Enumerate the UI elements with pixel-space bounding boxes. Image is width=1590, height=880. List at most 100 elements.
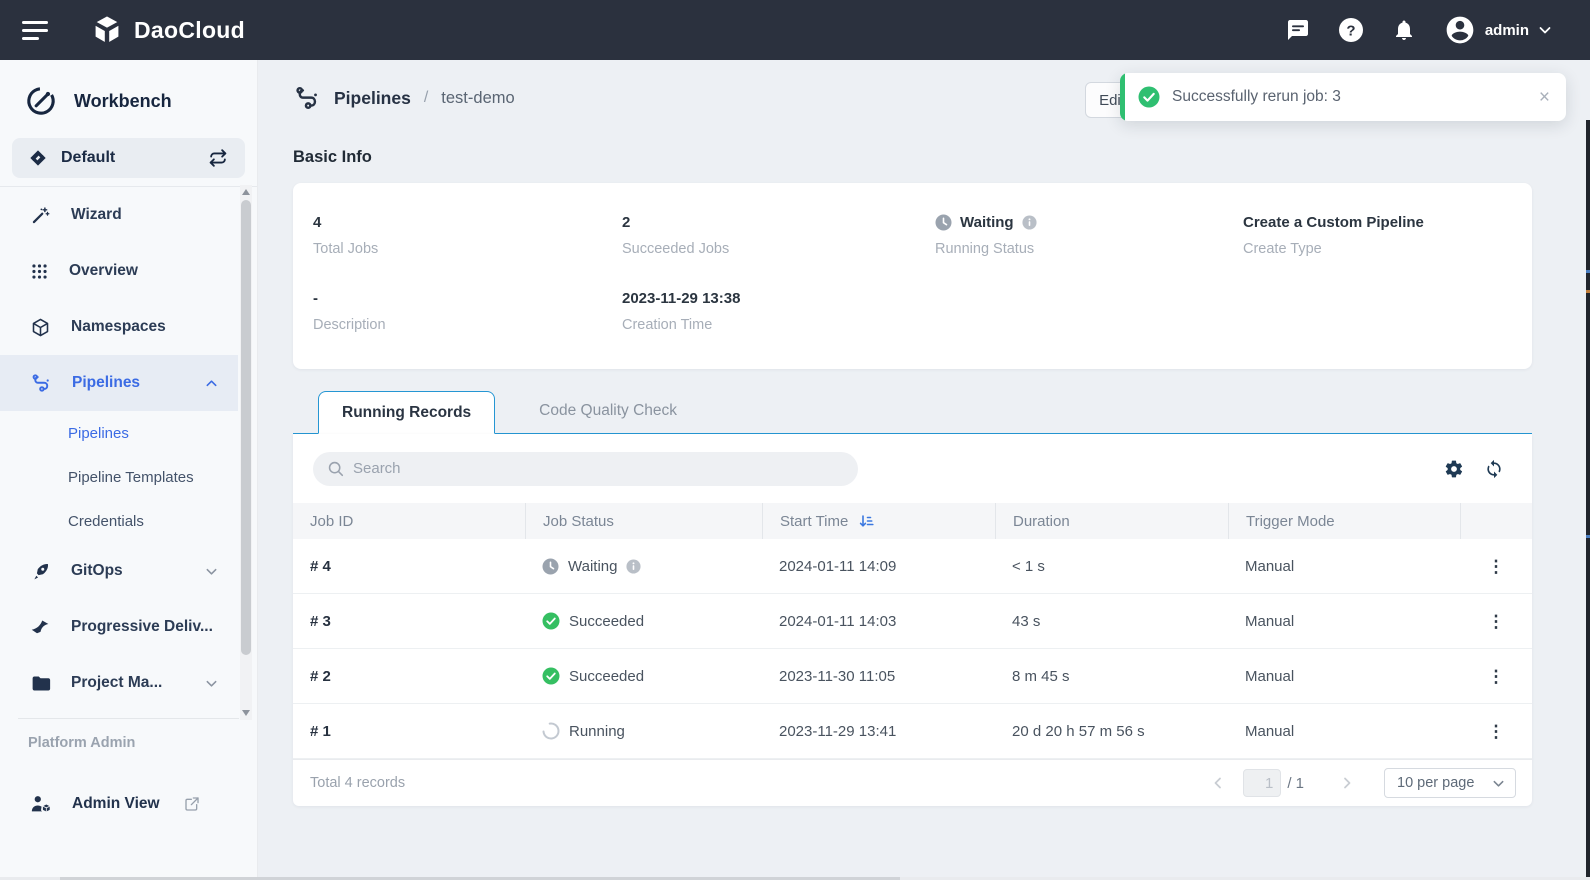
help-icon[interactable]: ? (1338, 17, 1364, 43)
username-label: admin (1485, 22, 1529, 39)
namespaces-cube-icon (30, 317, 51, 338)
row-actions-kebab-icon[interactable]: ⋮ (1488, 723, 1505, 740)
toast-success-check-icon (1138, 86, 1160, 108)
total-records-label: Total 4 records (310, 775, 405, 791)
field-total-jobs: 4 Total Jobs (313, 213, 622, 257)
row-actions-kebab-icon[interactable]: ⋮ (1488, 668, 1505, 685)
overview-grid-icon (30, 262, 49, 281)
tab-code-quality-check[interactable]: Code Quality Check (495, 390, 721, 433)
table-row[interactable]: # 2 Succeeded 2023-11-30 11:05 8 m 45 s … (293, 649, 1532, 704)
sidebar-item-admin-view[interactable]: Admin View (0, 782, 238, 826)
table-footer: Total 4 records 1 / 1 10 per page (293, 759, 1532, 806)
sidebar-scrollbar-thumb[interactable] (241, 200, 251, 655)
gitops-chevron-down-icon (205, 565, 218, 578)
main-content: Pipelines / test-demo Edit Basic Info 4 … (258, 60, 1590, 880)
table-row[interactable]: # 3 Succeeded 2024-01-11 14:03 43 s Manu… (293, 594, 1532, 649)
info-icon[interactable] (626, 559, 641, 574)
platform-admin-section-label: Platform Admin (28, 735, 135, 751)
sidebar-item-pipelines[interactable]: Pipelines (0, 355, 238, 411)
sort-descending-icon[interactable] (858, 513, 874, 529)
running-records-panel: Job ID Job Status Start Time Duration Tr… (293, 434, 1532, 806)
breadcrumb-root[interactable]: Pipelines (334, 88, 411, 109)
messages-icon[interactable] (1285, 17, 1311, 43)
column-actions (1460, 503, 1532, 539)
sidebar-item-progressive-delivery[interactable]: Progressive Deliv... (0, 599, 238, 655)
breadcrumb-pipelines-icon (293, 84, 321, 112)
column-start-time[interactable]: Start Time (762, 503, 995, 539)
daocloud-cube-icon (90, 13, 124, 47)
table-header: Job ID Job Status Start Time Duration Tr… (293, 503, 1532, 539)
row-actions-kebab-icon[interactable]: ⋮ (1488, 613, 1505, 630)
scroll-up-icon[interactable] (240, 185, 252, 199)
running-spinner-icon (542, 722, 560, 740)
top-navbar: DaoCloud ? admin (0, 0, 1590, 60)
pagination: 1 / 1 10 per page (1205, 768, 1516, 798)
waiting-clock-icon (542, 558, 559, 575)
page-number-input[interactable]: 1 (1243, 769, 1281, 797)
sidebar-item-project-management[interactable]: Project Ma... (0, 655, 238, 711)
gitops-rocket-icon (30, 561, 51, 582)
workspace-icon (28, 148, 48, 168)
tab-running-records[interactable]: Running Records (318, 391, 495, 434)
sidebar-item-gitops[interactable]: GitOps (0, 543, 238, 599)
toast-message: Successfully rerun job: 3 (1172, 88, 1341, 106)
brand-name: DaoCloud (134, 17, 245, 44)
table-settings-gear-icon[interactable] (1444, 459, 1464, 479)
workspace-selector[interactable]: Default (12, 138, 245, 178)
refresh-icon[interactable] (1484, 459, 1504, 479)
pipelines-submenu: Pipelines Pipeline Templates Credentials (0, 411, 257, 543)
brand-logo: DaoCloud (90, 13, 245, 47)
submenu-item-pipelines[interactable]: Pipelines (0, 411, 238, 455)
pipelines-icon (30, 372, 52, 394)
submenu-item-credentials[interactable]: Credentials (0, 499, 238, 543)
field-creation-time: 2023-11-29 13:38 Creation Time (622, 289, 935, 333)
scroll-down-icon[interactable] (240, 706, 252, 720)
workbench-header: Workbench (0, 60, 257, 136)
search-input[interactable] (353, 460, 844, 477)
toast-close-icon[interactable]: × (1539, 88, 1550, 107)
svg-text:?: ? (1346, 22, 1355, 39)
sidebar-item-overview[interactable]: Overview (0, 243, 238, 299)
workspace-switch-icon[interactable] (207, 147, 229, 169)
per-page-select[interactable]: 10 per page (1384, 768, 1516, 798)
table-row[interactable]: # 4 Waiting 2024-01-11 14:09 < 1 s Manua… (293, 539, 1532, 594)
external-link-icon (184, 796, 200, 812)
basic-info-card: 4 Total Jobs 2 Succeeded Jobs Waiting Ru… (293, 183, 1532, 369)
notifications-bell-icon[interactable] (1391, 17, 1417, 43)
toast-accent-bar (1120, 73, 1125, 121)
progressive-delivery-bird-icon (30, 617, 51, 638)
select-chevron-down-icon (1492, 777, 1505, 790)
admin-view-icon (30, 793, 52, 815)
tab-bar: Running Records Code Quality Check (293, 391, 1532, 434)
project-folder-icon (30, 673, 51, 694)
row-actions-kebab-icon[interactable]: ⋮ (1488, 558, 1505, 575)
succeeded-check-icon (542, 612, 560, 630)
toast-success: Successfully rerun job: 3 × (1120, 73, 1566, 121)
clock-status-icon (935, 214, 952, 231)
page-total-label: / 1 (1287, 775, 1304, 792)
column-job-id: Job ID (293, 503, 525, 539)
table-row[interactable]: # 1 Running 2023-11-29 13:41 20 d 20 h 5… (293, 704, 1532, 759)
succeeded-check-icon (542, 667, 560, 685)
previous-page-icon[interactable] (1205, 776, 1231, 790)
search-input-wrapper[interactable] (313, 452, 858, 486)
wizard-icon (30, 205, 51, 226)
avatar-icon (1444, 14, 1476, 46)
sidebar-divider (18, 718, 239, 719)
column-job-status: Job Status (525, 503, 762, 539)
sidebar-menu: Wizard Overview Namespaces Pipelines (0, 186, 257, 711)
info-icon[interactable] (1022, 215, 1037, 230)
field-description: - Description (313, 289, 622, 333)
right-edge-strip (1586, 120, 1590, 880)
table-toolbar (293, 434, 1532, 503)
user-menu[interactable]: admin (1444, 14, 1552, 46)
sidebar-scrollbar[interactable] (240, 185, 252, 720)
sidebar: Workbench Default Wizard Overvi (0, 60, 258, 880)
next-page-icon[interactable] (1334, 776, 1360, 790)
menu-toggle-icon[interactable] (22, 21, 50, 40)
sidebar-item-wizard[interactable]: Wizard (0, 187, 238, 243)
field-create-type: Create a Custom Pipeline Create Type (1243, 213, 1532, 257)
sidebar-item-namespaces[interactable]: Namespaces (0, 299, 238, 355)
submenu-item-pipeline-templates[interactable]: Pipeline Templates (0, 455, 238, 499)
project-chevron-down-icon (205, 677, 218, 690)
